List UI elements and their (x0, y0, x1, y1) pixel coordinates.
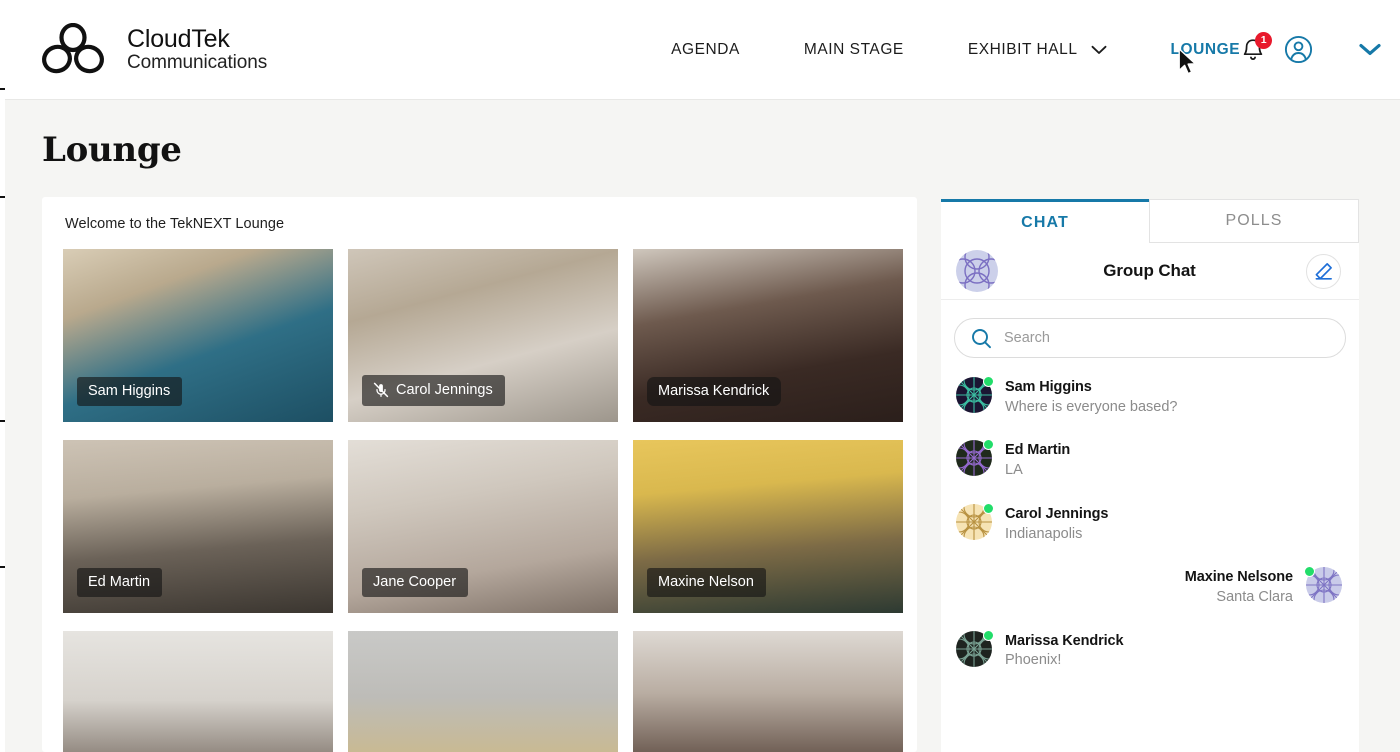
chat-header: Group Chat (941, 243, 1359, 300)
video-tile-grid: Sam Higgins Carol Jennings Marissa Kendric… (42, 232, 917, 752)
brand-name: CloudTek (127, 24, 230, 53)
tab-polls[interactable]: POLLS (1149, 199, 1359, 243)
nav-item-lounge[interactable]: LOUNGE (1171, 41, 1241, 59)
video-tile-name: Jane Cooper (373, 573, 457, 590)
chat-message-list[interactable]: Sam Higgins Where is everyone based? Ed Ma… (941, 358, 1359, 752)
video-tile-name-badge: Ed Martin (77, 567, 163, 597)
chat-message[interactable]: Maxine Nelsone Santa Clara (955, 566, 1343, 607)
chat-message-sender: Sam Higgins (1005, 379, 1092, 395)
chat-message-body: Ed Martin LA (1005, 439, 1070, 480)
chat-message-avatar (1304, 566, 1343, 604)
chat-search-input[interactable] (1004, 330, 1331, 346)
video-tile-name-badge: Jane Cooper (362, 567, 469, 597)
nav-item-agenda[interactable]: AGENDA (671, 41, 740, 59)
compose-message-button[interactable] (1306, 253, 1341, 289)
nav-label: EXHIBIT HALL (967, 40, 1078, 58)
edge-tick (0, 88, 5, 90)
chat-panel-tabs: CHAT POLLS (941, 199, 1359, 243)
video-tile-name: Sam Higgins (88, 382, 171, 399)
chat-message-avatar (955, 376, 994, 414)
chat-message-body: Maxine Nelsone Santa Clara (1185, 566, 1293, 607)
video-tile-feed (633, 631, 903, 752)
nav-item-exhibit-hall[interactable]: EXHIBIT HALL (968, 41, 1107, 59)
brand-logo[interactable]: CloudTek Communications (38, 22, 268, 77)
video-tile-name-badge: Sam Higgins (77, 376, 183, 406)
user-avatar-icon[interactable] (1284, 35, 1313, 64)
video-tile-name: Maxine Nelson (658, 573, 754, 590)
microphone-muted-icon (373, 382, 389, 398)
online-status-dot (983, 629, 994, 641)
video-tile[interactable]: Sam Higgins (63, 249, 333, 422)
chat-message-text: Phoenix! (1005, 652, 1062, 669)
video-tile[interactable]: Carol Jennings (348, 249, 618, 422)
chat-message-sender: Marissa Kendrick (1005, 632, 1124, 649)
chat-message[interactable]: Sam Higgins Where is everyone based? (955, 376, 1343, 417)
nav-label: MAIN STAGE (803, 40, 904, 58)
tab-chat[interactable]: CHAT (941, 199, 1149, 243)
nav-label: LOUNGE (1170, 40, 1241, 58)
tab-label: POLLS (1225, 212, 1283, 229)
online-status-dot (983, 502, 994, 514)
notification-count-badge: 1 (1255, 31, 1273, 49)
header-actions: 1 (1240, 31, 1392, 64)
video-tile-feed (348, 631, 618, 752)
chat-message-sender: Maxine Nelsone (1184, 569, 1293, 586)
video-tile-name: Carol Jennings (396, 381, 493, 398)
chat-message[interactable]: Marissa Kendrick Phoenix! (955, 629, 1343, 671)
video-tile[interactable] (348, 631, 618, 752)
chat-message-text: Santa Clara (1216, 589, 1293, 606)
notifications-button[interactable]: 1 (1240, 31, 1273, 64)
chat-title: Group Chat (1103, 261, 1196, 280)
chat-search-box[interactable] (954, 318, 1346, 358)
chevron-down-icon (1091, 45, 1106, 54)
video-tile[interactable] (633, 631, 903, 752)
video-tile[interactable]: Ed Martin (63, 440, 333, 613)
video-tile-name: Marissa Kendrick (658, 382, 770, 399)
lounge-welcome-heading: Welcome to the TekNEXT Lounge (65, 216, 285, 232)
account-chevron-down-icon[interactable] (1358, 42, 1382, 57)
chat-message-text: Where is everyone based? (1005, 398, 1178, 415)
chat-message-body: Sam Higgins Where is everyone based? (1005, 376, 1178, 417)
main-nav: AGENDA MAIN STAGE EXHIBIT HALL LOUNGE (671, 41, 1240, 59)
nav-item-main-stage[interactable]: MAIN STAGE (804, 41, 904, 59)
video-tile-name: Ed Martin (88, 573, 151, 590)
online-status-dot (983, 376, 994, 387)
video-tile-name-badge: Carol Jennings (362, 375, 505, 406)
edge-tick (0, 196, 5, 198)
app-header: CloudTek Communications AGENDA MAIN STAG… (5, 0, 1400, 100)
chat-message-body: Carol Jennings Indianapolis (1005, 503, 1108, 544)
chat-message-avatar (955, 502, 994, 541)
video-tile[interactable] (63, 631, 333, 752)
page-title: Lounge (42, 130, 182, 170)
edge-tick (0, 420, 5, 422)
trefoil-logo-icon (42, 22, 104, 73)
pencil-edit-icon (1315, 262, 1332, 280)
brand-subtitle: Communications (127, 51, 268, 73)
chat-message-text: Indianapolis (1005, 525, 1083, 542)
video-tile[interactable]: Maxine Nelson (633, 440, 903, 613)
tab-label: CHAT (1021, 213, 1069, 231)
chat-message[interactable]: Carol Jennings Indianapolis (955, 502, 1343, 544)
chat-message-avatar (955, 439, 994, 477)
lounge-video-card: Welcome to the TekNEXT Lounge Sam Higgin… (42, 197, 917, 752)
video-tile[interactable]: Jane Cooper (348, 440, 618, 613)
chat-message[interactable]: Ed Martin LA (955, 439, 1343, 480)
search-icon (972, 328, 991, 348)
video-tile[interactable]: Marissa Kendrick (633, 249, 903, 422)
video-tile-feed (63, 631, 333, 752)
left-edge-strip (0, 0, 5, 752)
chat-message-avatar (955, 629, 994, 668)
chat-message-sender: Ed Martin (1005, 442, 1071, 459)
chat-search-row (941, 300, 1359, 358)
video-tile-name-badge: Marissa Kendrick (647, 376, 782, 406)
chat-message-body: Marissa Kendrick Phoenix! (1005, 630, 1124, 671)
edge-tick (0, 566, 5, 568)
chat-message-text: LA (1005, 462, 1023, 479)
chat-panel: CHAT POLLS Group Chat Search Sam Higgins… (941, 199, 1359, 752)
chat-message-sender: Carol Jennings (1005, 505, 1109, 522)
video-tile-name-badge: Maxine Nelson (647, 567, 766, 597)
nav-label: AGENDA (671, 40, 740, 58)
